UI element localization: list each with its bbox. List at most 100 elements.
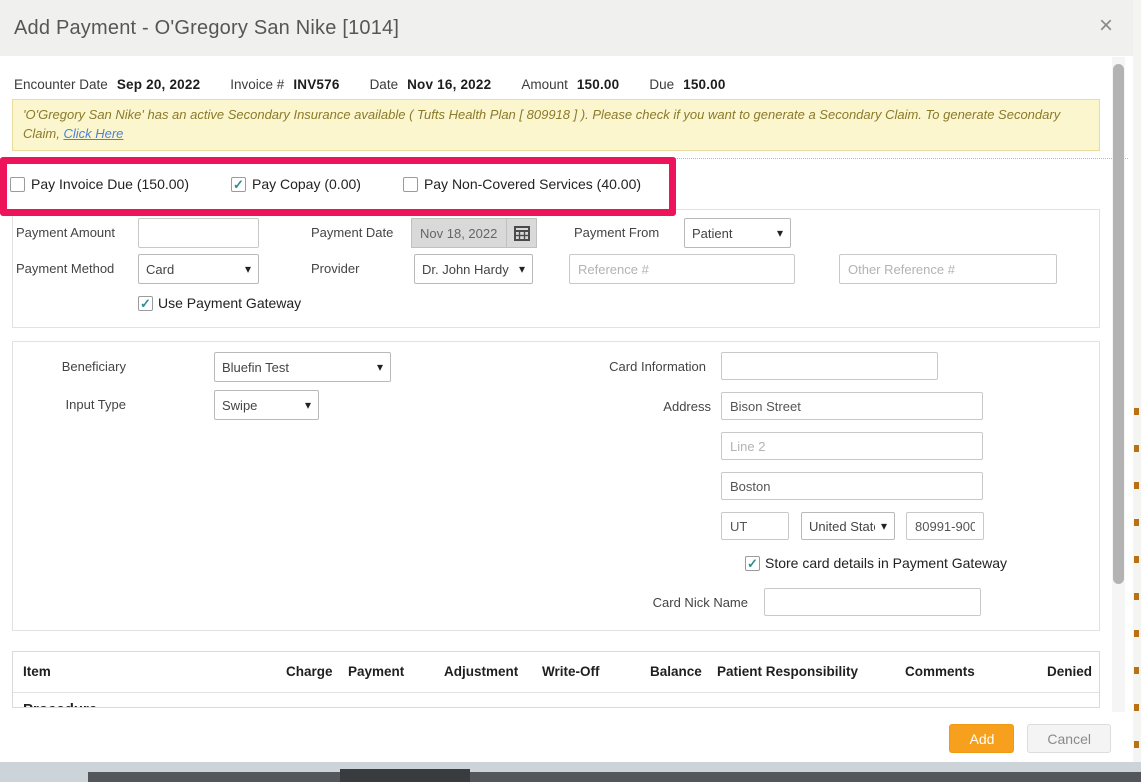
chevron-down-icon: ▾ — [377, 360, 383, 374]
pay-copay-checkbox[interactable]: ✓ — [231, 177, 246, 192]
store-card-label: Store card details in Payment Gateway — [765, 555, 1007, 571]
pay-invoice-due-label: Pay Invoice Due (150.00) — [31, 176, 189, 192]
due-value: 150.00 — [683, 77, 726, 92]
add-payment-modal: Add Payment - O'Gregory San Nike [1014] … — [0, 0, 1133, 762]
modal-body: Encounter Date Sep 20, 2022 Invoice # IN… — [0, 77, 1133, 708]
chevron-down-icon: ▾ — [519, 262, 525, 276]
items-table: Item Charge Payment Adjustment Write-Off… — [12, 651, 1100, 708]
invoice-date-group: Date Nov 16, 2022 — [370, 77, 492, 92]
payment-from-select[interactable]: Patient ▾ — [684, 218, 791, 248]
col-denied: Denied — [1047, 664, 1092, 679]
provider-select[interactable]: Dr. John Hardy ▾ — [414, 254, 533, 284]
use-payment-gateway-label: Use Payment Gateway — [158, 295, 301, 311]
pay-invoice-due-option: Pay Invoice Due (150.00) — [10, 176, 189, 192]
pay-copay-label: Pay Copay (0.00) — [252, 176, 361, 192]
country-value: United States — [809, 519, 875, 534]
provider-value: Dr. John Hardy — [422, 262, 513, 277]
other-reference-input[interactable] — [839, 254, 1057, 284]
table-group-row-clipped: Procedure — [23, 701, 97, 708]
provider-label: Provider — [311, 254, 359, 284]
calendar-icon — [514, 225, 530, 241]
amount-group: Amount 150.00 — [521, 77, 619, 92]
scrollbar-track[interactable] — [1112, 57, 1125, 712]
items-table-header: Item Charge Payment Adjustment Write-Off… — [13, 652, 1099, 693]
background-bottom-toolbar — [88, 772, 1141, 782]
input-type-value: Swipe — [222, 398, 299, 413]
payment-details-section: Payment Amount Payment Date Nov 18, 2022 — [12, 209, 1100, 328]
col-adjustment: Adjustment — [444, 664, 518, 679]
background-list-markers — [1134, 408, 1139, 762]
amount-label: Amount — [521, 77, 568, 92]
due-label: Due — [649, 77, 674, 92]
chevron-down-icon: ▾ — [245, 262, 251, 276]
col-balance: Balance — [650, 664, 702, 679]
col-payment: Payment — [348, 664, 404, 679]
payment-amount-label: Payment Amount — [16, 218, 115, 248]
zip-input[interactable] — [906, 512, 984, 540]
beneficiary-select[interactable]: Bluefin Test ▾ — [214, 352, 391, 382]
col-patient-responsibility: Patient Responsibility — [717, 664, 858, 679]
address-line2-input[interactable] — [721, 432, 983, 460]
pay-copay-option: ✓ Pay Copay (0.00) — [231, 176, 361, 192]
scrollbar-thumb[interactable] — [1113, 64, 1124, 584]
use-payment-gateway-option: ✓ Use Payment Gateway — [138, 295, 301, 311]
pay-options-row: Pay Invoice Due (150.00) ✓ Pay Copay (0.… — [10, 159, 1133, 209]
use-payment-gateway-checkbox[interactable]: ✓ — [138, 296, 153, 311]
chevron-down-icon: ▾ — [777, 226, 783, 240]
card-nick-name-input[interactable] — [764, 588, 981, 616]
background-bottom-toolbar-block — [340, 769, 470, 782]
card-information-input[interactable] — [721, 352, 938, 380]
payment-method-label: Payment Method — [16, 254, 114, 284]
payment-method-select[interactable]: Card ▾ — [138, 254, 259, 284]
card-information-label: Card Information — [596, 352, 706, 382]
col-charge: Charge — [286, 664, 333, 679]
country-select[interactable]: United States ▾ — [801, 512, 895, 540]
invoice-date-value: Nov 16, 2022 — [407, 77, 491, 92]
beneficiary-label: Beneficiary — [41, 352, 126, 382]
address-line1-input[interactable] — [721, 392, 983, 420]
col-write-off: Write-Off — [542, 664, 600, 679]
invoice-summary-row: Encounter Date Sep 20, 2022 Invoice # IN… — [14, 77, 1133, 92]
click-here-link[interactable]: Click Here — [63, 126, 123, 141]
encounter-date-value: Sep 20, 2022 — [117, 77, 200, 92]
store-card-checkbox[interactable]: ✓ — [745, 556, 760, 571]
banner-text: 'O'Gregory San Nike' has an active Secon… — [23, 107, 1060, 141]
payment-from-label: Payment From — [574, 218, 659, 248]
reference-input[interactable] — [569, 254, 795, 284]
invoice-number-group: Invoice # INV576 — [230, 77, 339, 92]
add-button[interactable]: Add — [949, 724, 1014, 753]
due-group: Due 150.00 — [649, 77, 725, 92]
background-page-sliver — [1133, 0, 1141, 762]
state-input[interactable] — [721, 512, 789, 540]
amount-value: 150.00 — [577, 77, 620, 92]
col-comments: Comments — [905, 664, 975, 679]
chevron-down-icon: ▾ — [305, 398, 311, 412]
payment-amount-input[interactable] — [138, 218, 259, 248]
city-input[interactable] — [721, 472, 983, 500]
pay-invoice-due-checkbox[interactable] — [10, 177, 25, 192]
calendar-button[interactable] — [507, 218, 537, 248]
pay-non-covered-checkbox[interactable] — [403, 177, 418, 192]
col-item: Item — [23, 664, 51, 679]
secondary-insurance-banner: 'O'Gregory San Nike' has an active Secon… — [12, 99, 1100, 151]
input-type-select[interactable]: Swipe ▾ — [214, 390, 319, 420]
store-card-option: ✓ Store card details in Payment Gateway — [745, 555, 1007, 571]
beneficiary-value: Bluefin Test — [222, 360, 371, 375]
input-type-label: Input Type — [41, 390, 126, 420]
modal-title: Add Payment - O'Gregory San Nike [1014] — [0, 17, 399, 40]
payment-date-label: Payment Date — [311, 218, 393, 248]
screen: Add Payment - O'Gregory San Nike [1014] … — [0, 0, 1141, 782]
cancel-button[interactable]: Cancel — [1027, 724, 1111, 753]
modal-header: Add Payment - O'Gregory San Nike [1014] … — [0, 0, 1133, 56]
address-label: Address — [611, 392, 711, 422]
card-nick-name-label: Card Nick Name — [638, 588, 748, 618]
modal-footer: Add Cancel — [0, 712, 1133, 762]
pay-non-covered-option: Pay Non-Covered Services (40.00) — [403, 176, 641, 192]
invoice-number-label: Invoice # — [230, 77, 284, 92]
payment-date-group: Nov 18, 2022 — [411, 218, 537, 248]
payment-method-value: Card — [146, 262, 239, 277]
payment-date-value: Nov 18, 2022 — [411, 218, 507, 248]
close-icon[interactable]: × — [1099, 14, 1113, 38]
pay-non-covered-label: Pay Non-Covered Services (40.00) — [424, 176, 641, 192]
payment-from-value: Patient — [692, 226, 771, 241]
